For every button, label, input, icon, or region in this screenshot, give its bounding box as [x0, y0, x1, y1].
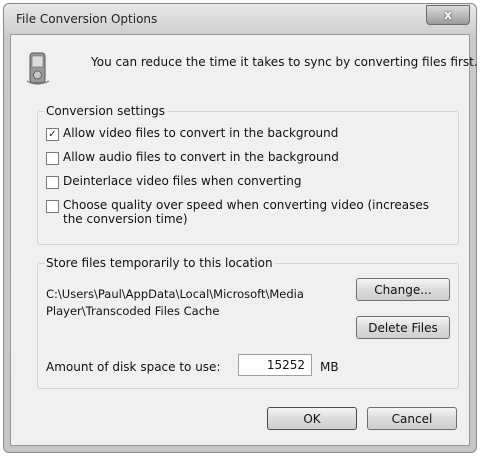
option-deinterlace[interactable]: Deinterlace video files when converting: [46, 174, 301, 189]
checkbox-label: Deinterlace video files when converting: [63, 174, 302, 188]
storage-path: C:\Users\Paul\AppData\Local\Microsoft\Me…: [46, 287, 304, 318]
storage-location-label: Store files temporarily to this location: [44, 256, 275, 270]
option-video-background[interactable]: ✓ Allow video files to convert in the ba…: [46, 126, 338, 141]
checkbox[interactable]: [46, 200, 59, 213]
checkbox[interactable]: [46, 152, 59, 165]
title-bar: File Conversion Options x: [4, 4, 476, 34]
ok-button[interactable]: OK: [267, 407, 357, 430]
checkbox-label: Choose quality over speed when convertin…: [63, 198, 429, 226]
file-conversion-dialog: File Conversion Options x You can reduce…: [3, 3, 478, 453]
cancel-button[interactable]: Cancel: [367, 407, 457, 430]
checkbox-label: Allow video files to convert in the back…: [63, 126, 339, 140]
checkbox[interactable]: [46, 176, 59, 189]
info-text: You can reduce the time it takes to sync…: [91, 55, 478, 69]
change-button[interactable]: Change...: [356, 278, 450, 301]
dialog-body: You can reduce the time it takes to sync…: [10, 34, 478, 446]
dialog-title: File Conversion Options: [16, 12, 158, 26]
storage-location-group: Store files temporarily to this location…: [37, 256, 459, 389]
checkbox-label: Allow audio files to convert in the back…: [63, 150, 339, 164]
conversion-settings-label: Conversion settings: [44, 104, 167, 118]
delete-files-button[interactable]: Delete Files: [356, 316, 450, 339]
close-button[interactable]: x: [426, 5, 470, 25]
option-audio-background[interactable]: Allow audio files to convert in the back…: [46, 150, 339, 165]
portable-device-icon: [26, 52, 50, 85]
button-bar: OK Cancel: [11, 387, 469, 445]
disk-space-input[interactable]: 15252: [238, 354, 312, 376]
checkbox[interactable]: ✓: [46, 128, 59, 141]
option-quality-over-speed[interactable]: Choose quality over speed when convertin…: [46, 198, 436, 226]
disk-space-label: Amount of disk space to use:: [46, 360, 221, 374]
conversion-settings-group: Conversion settings ✓ Allow video files …: [37, 104, 459, 245]
disk-space-unit: MB: [320, 360, 339, 374]
close-icon: x: [444, 8, 452, 22]
